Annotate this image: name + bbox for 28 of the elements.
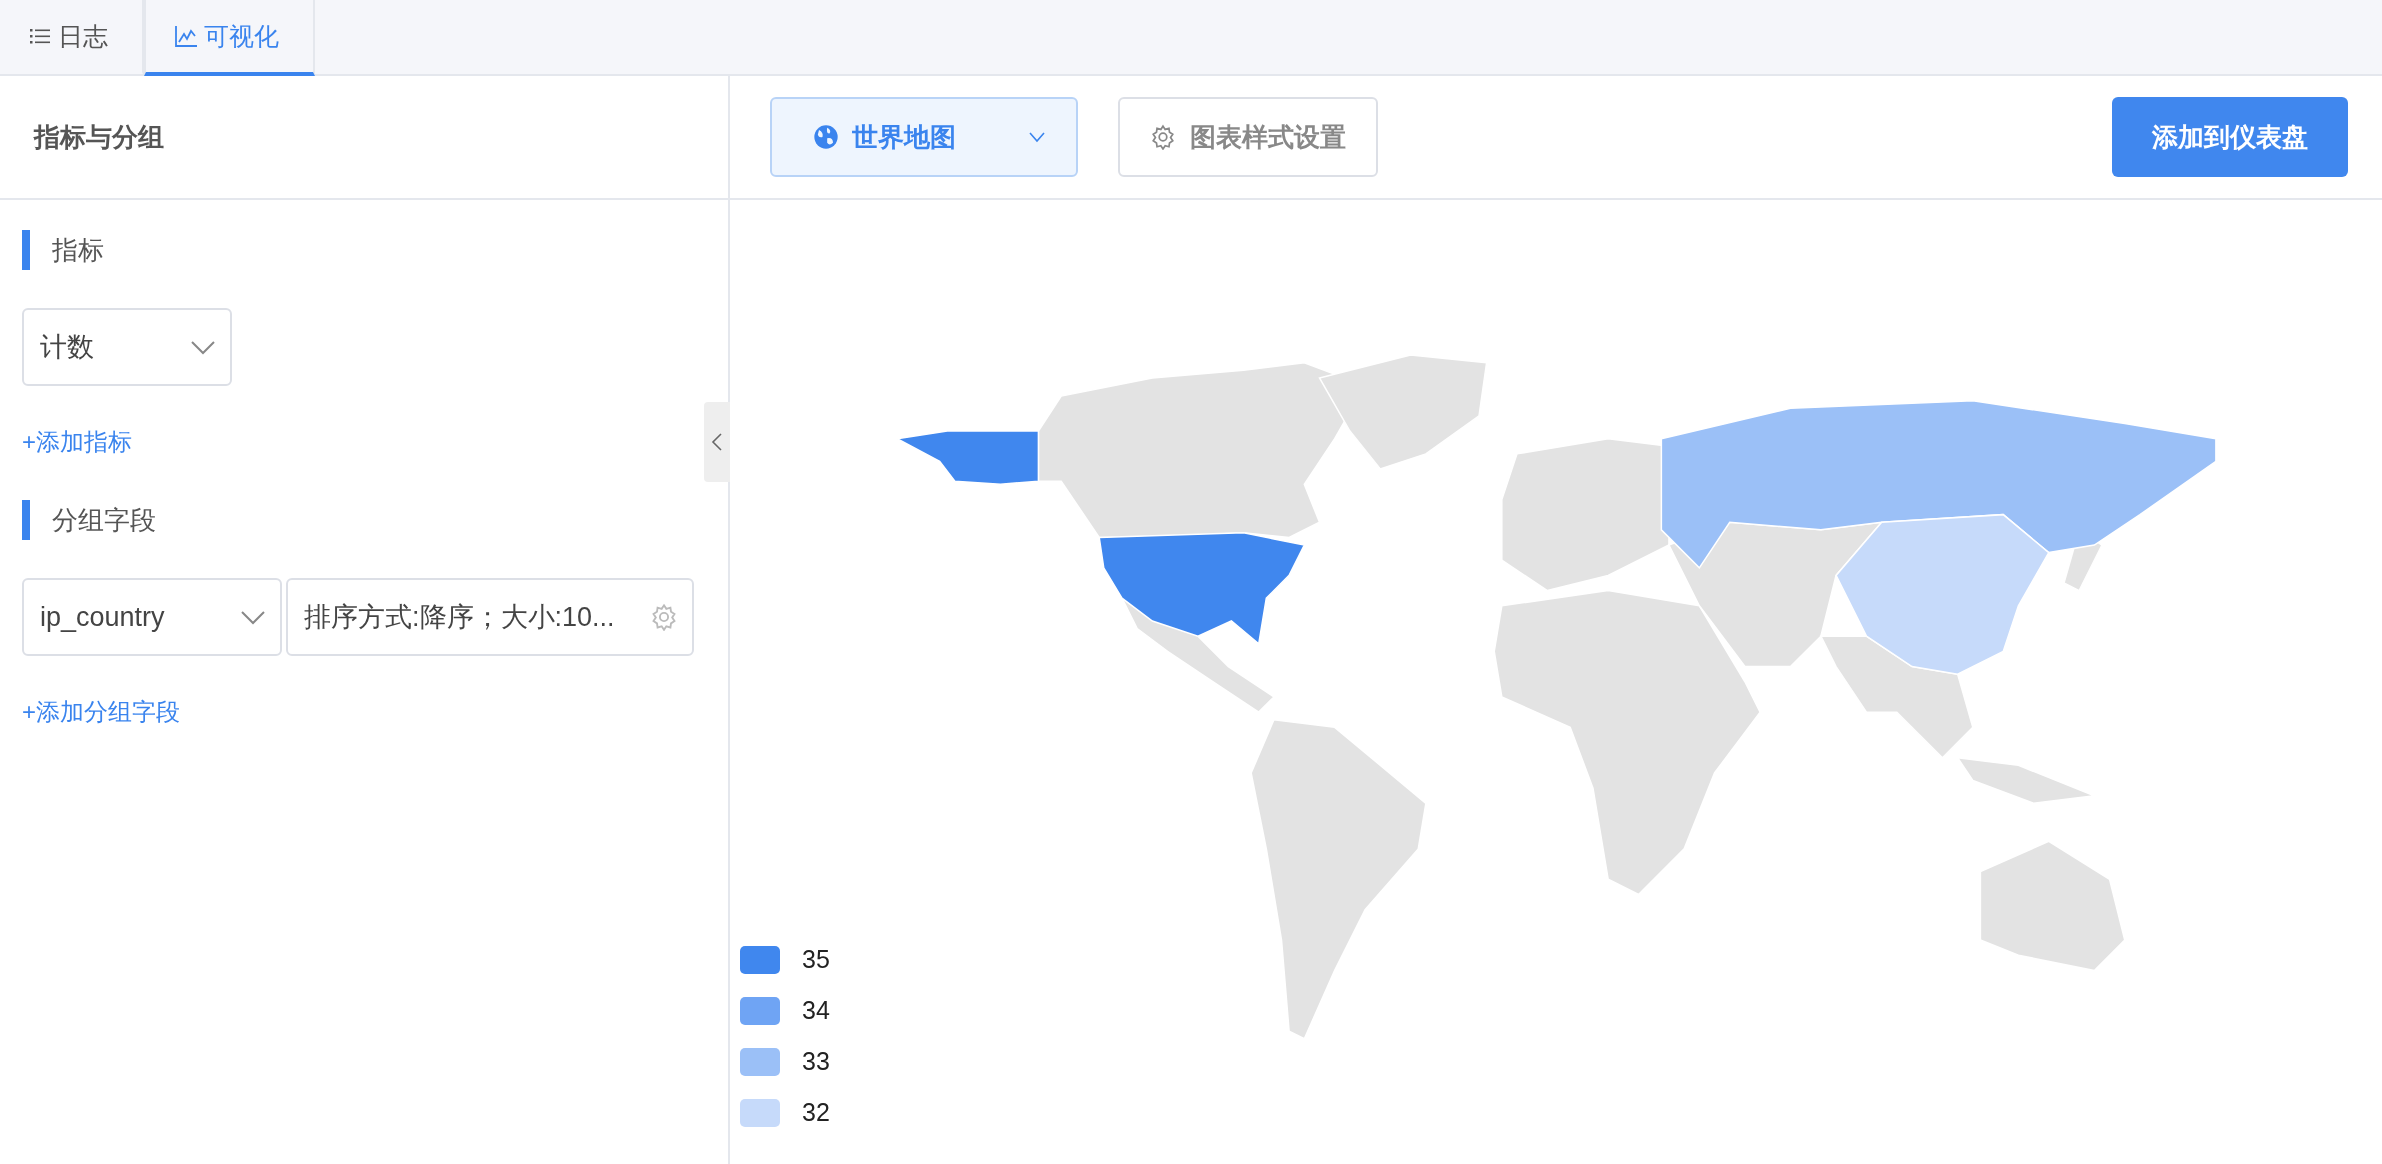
legend-label: 35: [802, 945, 830, 974]
gear-icon: [650, 603, 678, 631]
tab[interactable]: 可视化: [144, 0, 315, 76]
add-link[interactable]: +添加分组字段: [22, 696, 180, 728]
add-to-dashboard-button[interactable]: 添加到仪表盘: [2112, 97, 2348, 177]
tab[interactable]: 日志: [0, 0, 144, 76]
group-field-select[interactable]: ip_country: [22, 578, 282, 656]
section-accent-bar: [22, 230, 30, 270]
line-chart-icon: [174, 24, 198, 48]
chevron-down-icon: [190, 339, 216, 355]
collapse-handle[interactable]: [704, 402, 730, 482]
chart-style-button[interactable]: 图表样式设置: [1118, 97, 1378, 177]
globe-icon: [812, 123, 840, 151]
chevron-down-icon: [1028, 131, 1046, 143]
section-title: 指标: [52, 233, 104, 267]
panel-title: 指标与分组: [34, 120, 164, 154]
chevron-down-icon: [240, 609, 266, 625]
legend-label: 33: [802, 1047, 830, 1076]
section-title: 分组字段: [52, 503, 156, 537]
legend-label: 32: [802, 1098, 830, 1127]
gear-icon: [1150, 124, 1176, 150]
add-link[interactable]: +添加指标: [22, 426, 132, 458]
chart-type-dropdown[interactable]: 世界地图: [770, 97, 1078, 177]
metric-select[interactable]: 计数: [22, 308, 232, 386]
chevron-left-icon: [711, 432, 723, 452]
section-accent-bar: [22, 500, 30, 540]
legend-label: 34: [802, 996, 830, 1025]
sort-settings-field[interactable]: 排序方式:降序；大小:10...: [286, 578, 694, 656]
